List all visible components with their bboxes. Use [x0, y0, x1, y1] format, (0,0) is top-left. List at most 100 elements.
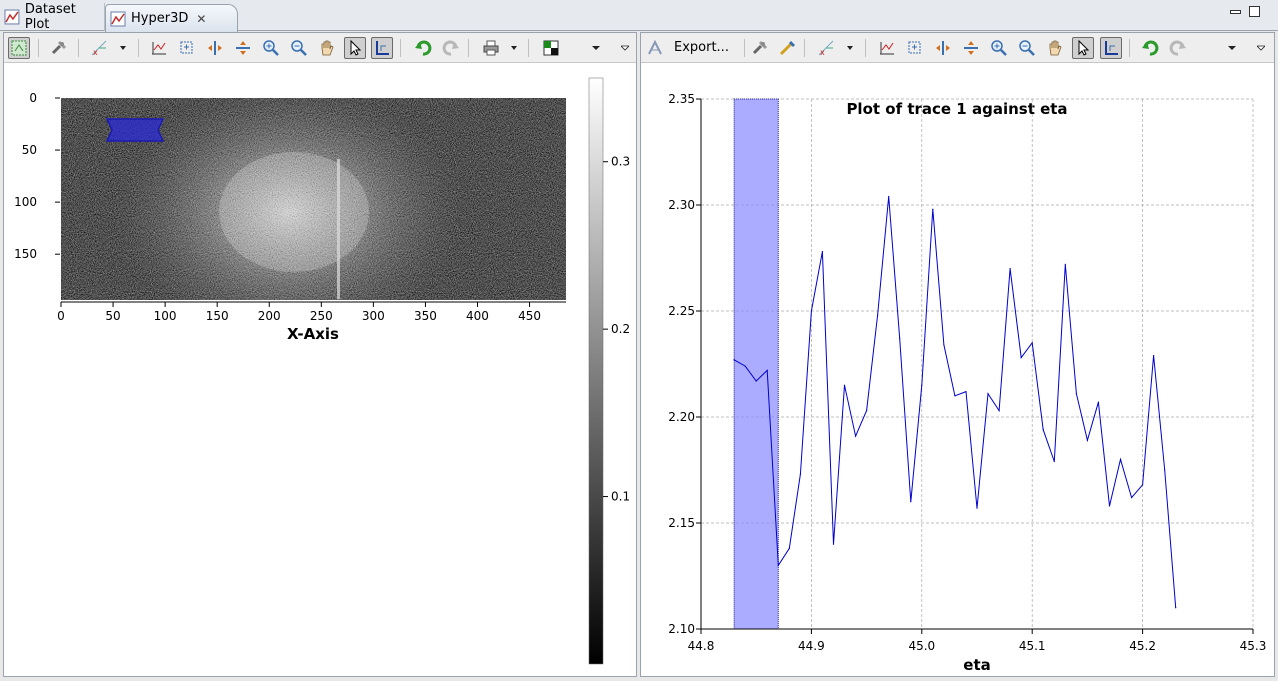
autoscale-button[interactable]: [876, 37, 898, 59]
data-point: [1164, 469, 1166, 471]
select-pointer-button[interactable]: [344, 37, 366, 59]
data-point: [1097, 401, 1100, 403]
undo-button[interactable]: [1139, 37, 1161, 59]
y-axis: 0 50 100 150: [14, 91, 60, 261]
zoom-box-button[interactable]: [904, 37, 926, 59]
undo-button[interactable]: [412, 37, 434, 59]
series-line[interactable]: [733, 196, 1177, 608]
data-point: [1031, 342, 1033, 344]
colorbar-axis: 0.3 0.2 0.1: [603, 155, 630, 504]
axes: [700, 99, 1253, 630]
horizontal-zoom-button[interactable]: [204, 37, 226, 59]
horizontal-zoom-icon: [208, 41, 222, 55]
zoom-out-icon: [1019, 40, 1035, 56]
region-of-interest[interactable]: [105, 118, 165, 142]
panel-menu-dropdown[interactable]: [614, 37, 636, 59]
y-tick-label: 150: [14, 247, 37, 261]
x-tick-label: 45.1: [1019, 639, 1046, 653]
cursor-icon: [350, 39, 362, 56]
view-menu-dropdown[interactable]: [585, 37, 607, 59]
data-point: [943, 344, 945, 346]
vertical-zoom-button[interactable]: [960, 37, 982, 59]
tab-dataset-plot[interactable]: Dataset Plot: [2, 2, 105, 32]
print-button[interactable]: [480, 37, 502, 59]
minimize-icon[interactable]: [1230, 10, 1241, 14]
colorbar[interactable]: [588, 77, 604, 665]
data-point: [744, 365, 746, 367]
data-point: [976, 507, 978, 509]
axis-lock-button[interactable]: [1100, 37, 1122, 59]
x-tick-label: 150: [206, 309, 229, 323]
data-point: [1075, 393, 1077, 395]
chevron-down-icon: [511, 46, 517, 50]
axes-button[interactable]: x: [88, 37, 110, 59]
data-point: [954, 395, 956, 397]
cursor-icon: [1078, 39, 1090, 56]
data-point: [1009, 268, 1011, 270]
histogram-toggle-button[interactable]: [8, 37, 30, 59]
svg-text:x: x: [93, 48, 98, 57]
line-properties-button[interactable]: [776, 37, 798, 59]
plot-icon: [110, 11, 126, 26]
horizontal-zoom-icon: [936, 41, 950, 55]
data-point: [899, 337, 901, 340]
colorbar-tick-label: 0.2: [611, 322, 630, 336]
y-tick-label: 2.15: [668, 516, 695, 530]
axis-lock-button[interactable]: [371, 37, 393, 59]
chevron-down-icon: [120, 46, 126, 50]
data-point: [1064, 263, 1066, 265]
redo-button[interactable]: [1167, 37, 1189, 59]
chevron-down-icon: [1228, 46, 1236, 50]
tools-icon: [51, 40, 67, 55]
pan-button[interactable]: [316, 37, 338, 59]
x-tick-label: 300: [362, 309, 385, 323]
print-dropdown[interactable]: [503, 37, 525, 59]
autoscale-icon: [880, 42, 894, 55]
zoom-out-icon: [291, 40, 307, 56]
x-tick-label: 45.0: [908, 639, 935, 653]
line-plot[interactable]: Plot of trace 1 against eta 44.8 44.9 45.0…: [641, 64, 1274, 676]
select-pointer-button[interactable]: [1072, 37, 1094, 59]
tab-hyper3d[interactable]: Hyper3D ✕: [105, 4, 238, 32]
vertical-zoom-button[interactable]: [232, 37, 254, 59]
panel-menu-dropdown[interactable]: [1250, 37, 1272, 59]
y-tick-label: 50: [22, 143, 37, 157]
x-tick-label: 400: [466, 309, 489, 323]
configure-button[interactable]: [749, 37, 771, 59]
y-tick-label: 2.35: [668, 92, 695, 106]
undo-icon: [415, 40, 432, 56]
grid: [700, 98, 1254, 630]
view-menu-dropdown[interactable]: [1221, 37, 1243, 59]
svg-text:x: x: [820, 48, 825, 57]
axes-icon: x: [818, 40, 834, 57]
close-icon[interactable]: ✕: [196, 12, 206, 26]
axes-dropdown[interactable]: [112, 37, 134, 59]
data-point: [854, 435, 857, 437]
y-axis: 2.10 2.15 2.20 2.25 2.30 2.35: [668, 92, 701, 636]
axes-button[interactable]: x: [815, 37, 837, 59]
image-plot[interactable]: image 050100150200250300350400450 050100…: [4, 64, 636, 676]
axes-dropdown[interactable]: [839, 37, 861, 59]
zoom-in-button[interactable]: [988, 37, 1010, 59]
zoom-out-button[interactable]: [288, 37, 310, 59]
autoscale-button[interactable]: [148, 37, 170, 59]
export-button[interactable]: Export...: [674, 40, 729, 55]
configure-button[interactable]: [48, 37, 70, 59]
redo-button[interactable]: [440, 37, 462, 59]
zoom-out-button[interactable]: [1016, 37, 1038, 59]
zoom-in-button[interactable]: [260, 37, 282, 59]
pan-button[interactable]: [1044, 37, 1066, 59]
axis-lock-icon: [376, 41, 389, 55]
x-tick-label: 45.2: [1129, 639, 1156, 653]
data-point: [910, 501, 912, 503]
data-point: [998, 410, 1000, 412]
horizontal-zoom-button[interactable]: [932, 37, 954, 59]
zoom-box-button[interactable]: [176, 37, 198, 59]
undo-icon: [1142, 40, 1159, 56]
export-icon-button[interactable]: [644, 37, 666, 59]
hand-icon: [321, 40, 334, 56]
restore-icon[interactable]: [1249, 6, 1260, 17]
y-tick-label: 0: [29, 91, 37, 105]
y-tick-label: 2.30: [668, 198, 695, 212]
colour-map-button[interactable]: [540, 37, 562, 59]
